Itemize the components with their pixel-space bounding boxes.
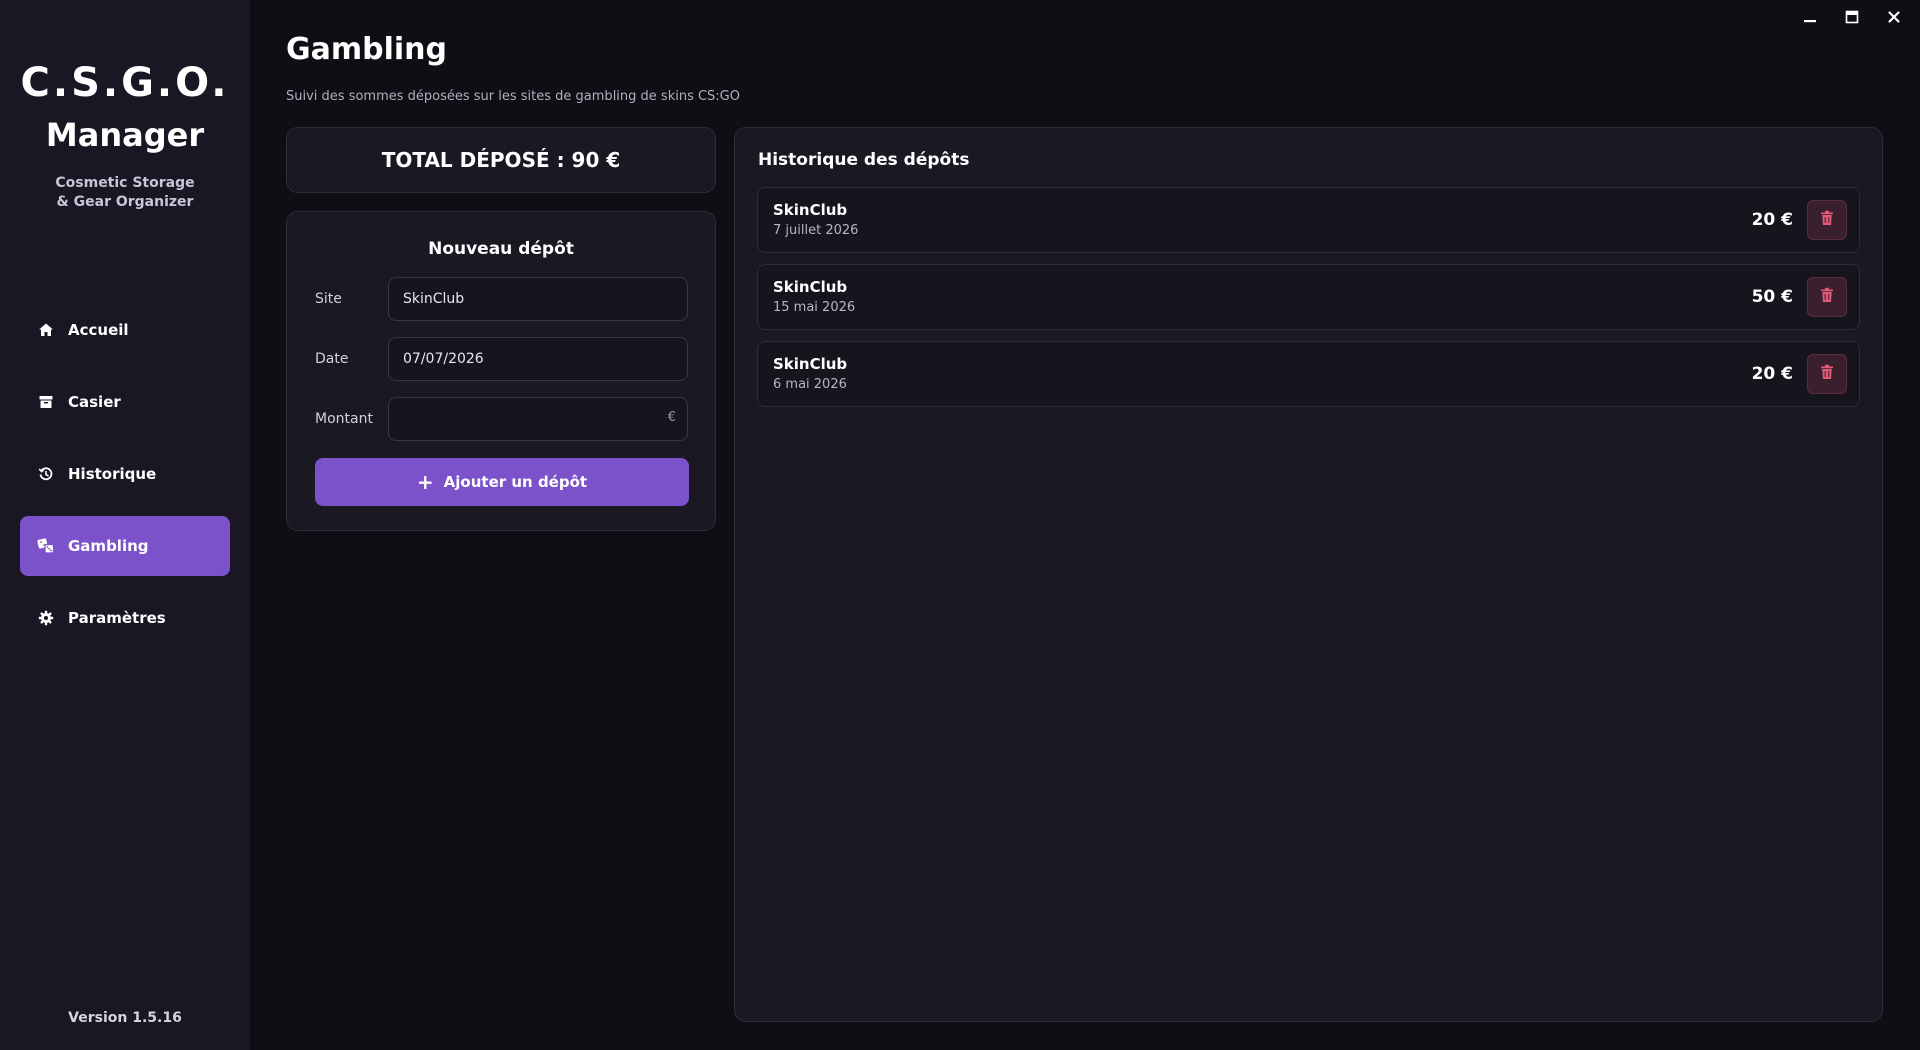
date-input[interactable]: [388, 337, 688, 381]
date-row: Date: [315, 336, 689, 382]
close-icon: [1887, 9, 1901, 28]
brand-tagline: Cosmetic Storage & Gear Organizer: [0, 174, 250, 212]
deposit-info: SkinClub 15 mai 2026: [773, 277, 855, 318]
main-content: Gambling Suivi des sommes déposées sur l…: [250, 0, 1920, 1050]
gear-icon: [36, 608, 56, 628]
deposit-site: SkinClub: [773, 278, 848, 296]
history-list: SkinClub 7 juillet 2026 20 € SkinClub 15…: [757, 187, 1860, 418]
delete-deposit-button[interactable]: [1807, 277, 1847, 317]
amount-label: Montant: [315, 411, 373, 427]
list-item: SkinClub 7 juillet 2026 20 €: [757, 187, 1860, 253]
brand-tagline-line1: Cosmetic Storage: [55, 175, 195, 191]
deposit-amount: 20 €: [1751, 210, 1793, 230]
site-input[interactable]: [388, 277, 688, 321]
add-deposit-label: Ajouter un dépôt: [443, 473, 588, 491]
minimize-button[interactable]: [1800, 8, 1820, 28]
deposit-date: 15 mai 2026: [773, 300, 856, 315]
total-card: TOTAL DÉPOSÉ : 90 €: [286, 127, 716, 193]
sidebar-item-gambling[interactable]: Gambling: [20, 516, 230, 576]
currency-suffix: €: [667, 410, 676, 425]
page-subtitle: Suivi des sommes déposées sur les sites …: [286, 89, 740, 104]
sidebar-item-label: Accueil: [68, 321, 129, 339]
sidebar-nav: Accueil Casier Historique Gambling Param…: [20, 300, 230, 660]
history-icon: [36, 464, 56, 484]
date-label: Date: [315, 351, 349, 367]
form-title: Nouveau dépôt: [428, 239, 574, 259]
delete-deposit-button[interactable]: [1807, 200, 1847, 240]
app-version: Version 1.5.16: [68, 1010, 182, 1026]
minimize-icon: [1803, 9, 1817, 28]
sidebar-item-historique[interactable]: Historique: [20, 444, 230, 504]
delete-deposit-button[interactable]: [1807, 354, 1847, 394]
sidebar: C.S.G.O. Manager Cosmetic Storage & Gear…: [0, 0, 250, 1050]
history-title: Historique des dépôts: [758, 150, 970, 170]
app-window: C.S.G.O. Manager Cosmetic Storage & Gear…: [0, 0, 1920, 1050]
deposit-history: Historique des dépôts SkinClub 7 juillet…: [734, 127, 1883, 1022]
sidebar-item-label: Gambling: [68, 537, 149, 555]
add-deposit-button[interactable]: + Ajouter un dépôt: [315, 458, 689, 506]
plus-icon: +: [416, 470, 434, 494]
sidebar-item-parametres[interactable]: Paramètres: [20, 588, 230, 648]
brand: C.S.G.O. Manager Cosmetic Storage & Gear…: [0, 0, 250, 212]
list-item: SkinClub 6 mai 2026 20 €: [757, 341, 1860, 407]
home-icon: [36, 320, 56, 340]
brand-title: C.S.G.O.: [20, 60, 230, 106]
page-title: Gambling: [286, 32, 448, 67]
amount-input-wrapper: €: [388, 397, 688, 441]
deposit-amount: 20 €: [1751, 364, 1793, 384]
maximize-button[interactable]: [1842, 8, 1862, 28]
dice-icon: [36, 536, 56, 556]
deposit-date: 7 juillet 2026: [773, 223, 859, 238]
list-item: SkinClub 15 mai 2026 50 €: [757, 264, 1860, 330]
deposit-date: 6 mai 2026: [773, 377, 847, 392]
deposit-site: SkinClub: [773, 201, 848, 219]
window-controls: [1800, 8, 1904, 28]
total-deposited: TOTAL DÉPOSÉ : 90 €: [381, 148, 621, 172]
brand-tagline-line2: & Gear Organizer: [56, 194, 194, 210]
site-row: Site: [315, 276, 689, 322]
amount-input[interactable]: [388, 397, 688, 441]
brand-subtitle: Manager: [45, 116, 205, 154]
deposit-info: SkinClub 7 juillet 2026: [773, 200, 858, 241]
deposit-site: SkinClub: [773, 355, 848, 373]
close-button[interactable]: [1884, 8, 1904, 28]
sidebar-item-label: Casier: [68, 393, 121, 411]
sidebar-item-label: Paramètres: [68, 609, 166, 627]
trash-icon: [1820, 210, 1834, 230]
trash-icon: [1820, 364, 1834, 384]
deposit-info: SkinClub 6 mai 2026: [773, 354, 847, 395]
amount-row: Montant €: [315, 396, 689, 442]
deposit-amount: 50 €: [1751, 287, 1793, 307]
archive-icon: [36, 392, 56, 412]
sidebar-item-label: Historique: [68, 465, 157, 483]
sidebar-item-accueil[interactable]: Accueil: [20, 300, 230, 360]
site-label: Site: [315, 291, 342, 307]
trash-icon: [1820, 287, 1834, 307]
sidebar-item-casier[interactable]: Casier: [20, 372, 230, 432]
maximize-icon: [1845, 9, 1859, 28]
new-deposit-form: Nouveau dépôt Site Date Montant € + Ajou…: [286, 211, 716, 531]
